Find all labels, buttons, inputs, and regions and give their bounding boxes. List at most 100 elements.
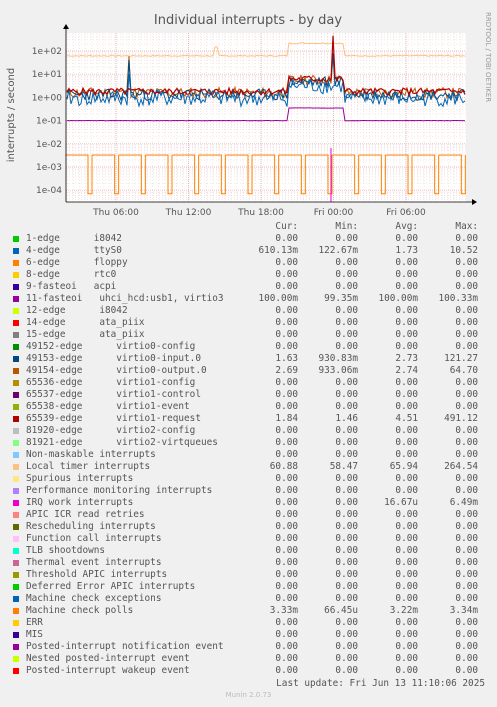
legend-value: 0.00 — [335, 281, 358, 292]
legend-series-name: TLB shootdowns — [26, 545, 106, 556]
y-tick-label: 1e-01 — [36, 117, 62, 127]
legend-swatch — [13, 548, 19, 554]
legend-value: 0.00 — [395, 485, 418, 496]
legend-value: 0.00 — [455, 617, 478, 628]
legend-value: 3.22m — [389, 605, 418, 616]
legend-value: 0.00 — [335, 617, 358, 628]
legend-series-name: 14-edge ata_piix — [26, 317, 145, 328]
legend-swatch — [13, 308, 19, 314]
legend-value: 0.00 — [395, 269, 418, 280]
legend-value: 0.00 — [395, 257, 418, 268]
x-tick-label: Fri 00:00 — [314, 208, 354, 218]
legend-row: Rescheduling interrupts 0.00 0.00 0.00 0.00 — [12, 521, 490, 533]
legend-value: 0.00 — [275, 305, 298, 316]
legend-series-name: APIC ICR read retries — [26, 509, 145, 520]
legend-series-name: MIS — [26, 629, 43, 640]
legend-swatch — [13, 272, 19, 278]
legend-swatch — [13, 608, 19, 614]
legend-row: 15-edge ata_piix 0.00 0.00 0.00 0.00 — [12, 329, 490, 341]
legend-value: 0.00 — [335, 305, 358, 316]
legend-series-name: 81920-edge virtio2-config — [26, 425, 196, 436]
legend-swatch — [13, 368, 19, 374]
legend-value: 0.00 — [395, 641, 418, 652]
legend-value: 0.00 — [275, 641, 298, 652]
legend-value: 0.00 — [395, 473, 418, 484]
legend-row: Machine check exceptions 0.00 0.00 0.00 0.00 — [12, 593, 490, 605]
legend-swatch — [13, 320, 19, 326]
legend-value: 0.00 — [395, 593, 418, 604]
legend-value: 0.00 — [275, 389, 298, 400]
y-tick-label: 1e-03 — [36, 163, 62, 173]
legend-value: 0.00 — [395, 377, 418, 388]
legend-swatch — [13, 584, 19, 590]
legend-row: ERR 0.00 0.00 0.00 0.00 — [12, 617, 490, 629]
x-tick-label: Thu 18:00 — [237, 208, 284, 218]
legend-row: IRQ work interrupts 0.00 0.00 16.67u 6.49m — [12, 497, 490, 509]
legend-value: 0.00 — [335, 485, 358, 496]
legend-swatch — [13, 596, 19, 602]
legend-value: 122.67m — [318, 245, 358, 256]
legend-series-name: Threshold APIC interrupts — [26, 569, 168, 580]
legend-series-name: 49153-edge virtio0-input.0 — [26, 353, 201, 364]
legend-value: 0.00 — [275, 317, 298, 328]
legend-swatch — [13, 512, 19, 518]
legend-series-name: 11-fasteoi uhci_hcd:usb1, virtio3 — [26, 293, 224, 304]
x-axis-arrow — [472, 199, 477, 205]
chart: Individual interrupts - by day interrupt… — [6, 12, 492, 218]
legend-swatch — [13, 440, 19, 446]
legend-value: 0.00 — [275, 593, 298, 604]
legend-series-name: 49152-edge virtio0-config — [26, 341, 196, 352]
legend-value: 0.00 — [455, 533, 478, 544]
legend-swatch — [13, 416, 19, 422]
legend-value: 0.00 — [395, 653, 418, 664]
legend-series-name: 65539-edge virtio1-request — [26, 413, 201, 424]
legend-value: 610.13m — [258, 245, 298, 256]
legend-value: 4.51 — [395, 413, 418, 424]
legend-value: 10.52 — [449, 245, 478, 256]
legend-value: 0.00 — [275, 665, 298, 676]
legend-value: 0.00 — [455, 305, 478, 316]
legend-swatch — [13, 620, 19, 626]
legend-value: 0.00 — [455, 557, 478, 568]
legend-value: 0.00 — [395, 425, 418, 436]
legend-value: 0.00 — [275, 617, 298, 628]
legend-value: 0.00 — [455, 569, 478, 580]
legend-value: 491.12 — [444, 413, 478, 424]
legend-value: 0.00 — [455, 593, 478, 604]
legend-value: 0.00 — [335, 377, 358, 388]
legend-header: Cur: Min: Avg: Max: — [12, 221, 490, 233]
legend-value: 0.00 — [275, 497, 298, 508]
legend-value: 0.00 — [395, 281, 418, 292]
legend-series-name: Non-maskable interrupts — [26, 449, 156, 460]
legend-swatch — [13, 644, 19, 650]
legend-value: 0.00 — [275, 449, 298, 460]
legend-swatch — [13, 404, 19, 410]
legend-series-name: 65538-edge virtio1-event — [26, 401, 190, 412]
legend-value: 0.00 — [275, 509, 298, 520]
legend-value: 0.00 — [335, 473, 358, 484]
legend-value: 0.00 — [275, 437, 298, 448]
legend-value: 0.00 — [455, 389, 478, 400]
legend-row: 65538-edge virtio1-event 0.00 0.00 0.00 0.00 — [12, 401, 490, 413]
legend-value: 0.00 — [395, 449, 418, 460]
legend-value: 66.45u — [324, 605, 358, 616]
legend-value: 0.00 — [395, 581, 418, 592]
legend-value: 0.00 — [455, 581, 478, 592]
legend-value: 0.00 — [335, 329, 358, 340]
legend-value: 6.49m — [449, 497, 478, 508]
legend-value: 0.00 — [455, 509, 478, 520]
legend-row: 11-fasteoi uhci_hcd:usb1, virtio3 100.00m… — [12, 293, 490, 305]
legend-value: 0.00 — [335, 449, 358, 460]
legend-value: 0.00 — [275, 533, 298, 544]
legend-value: 0.00 — [455, 317, 478, 328]
last-update: Last update: Fri Jun 13 11:10:06 2025 — [276, 678, 485, 689]
legend-series-name: 65536-edge virtio1-config — [26, 377, 196, 388]
legend-value: 0.00 — [455, 473, 478, 484]
legend-swatch — [13, 668, 19, 674]
y-tick-label: 1e+00 — [32, 93, 63, 103]
legend-value: 0.00 — [335, 269, 358, 280]
y-tick-label: 1e-02 — [36, 140, 62, 150]
legend-series-name: 6-edge floppy — [26, 257, 128, 268]
legend-series-name: Thermal event interrupts — [26, 557, 162, 568]
legend-swatch — [13, 452, 19, 458]
